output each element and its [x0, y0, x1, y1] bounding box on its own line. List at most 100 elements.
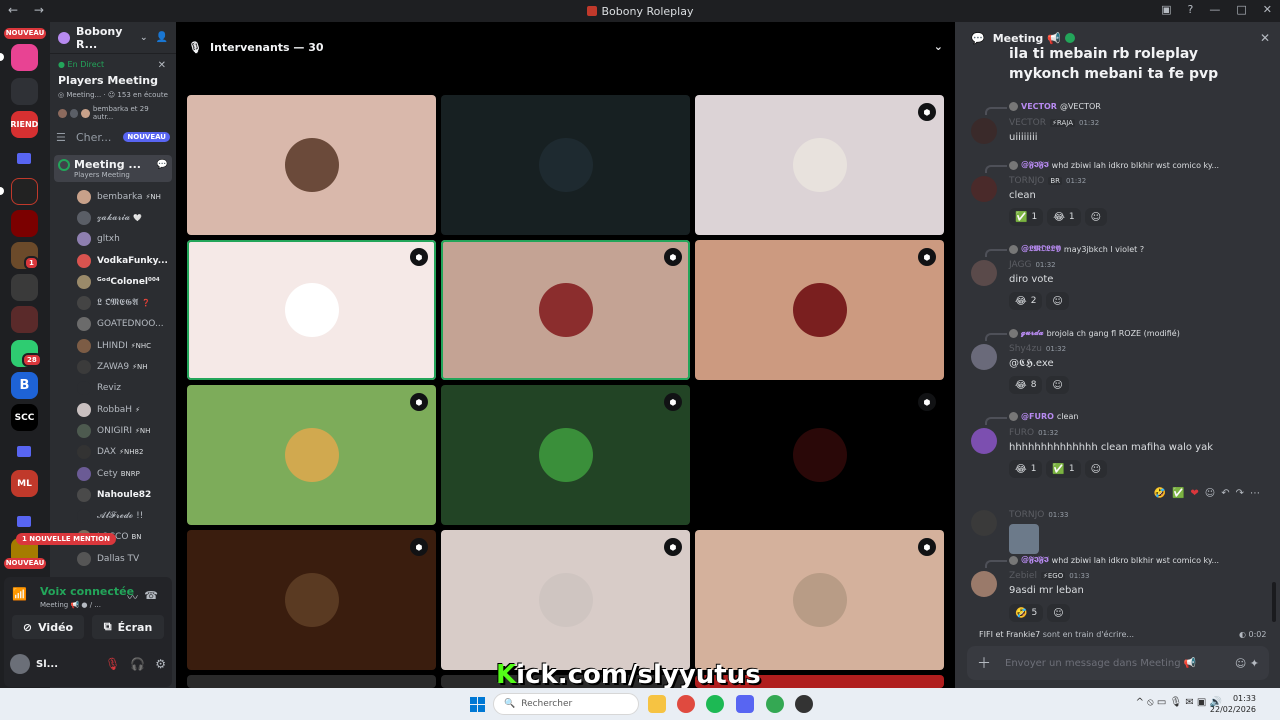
message-image[interactable]	[1009, 524, 1039, 554]
server-icon-scc[interactable]: SCC	[11, 404, 38, 431]
reaction-pill[interactable]: ✅ 1	[1046, 460, 1081, 478]
obs-icon[interactable]	[795, 695, 813, 713]
close-icon[interactable]: ✕	[1260, 31, 1270, 45]
reply-icon[interactable]: ↶	[1221, 488, 1229, 499]
participant-tile[interactable]: ⬢	[441, 240, 690, 380]
reply-preview[interactable]: @𝕱𝕴𝕱𝕴 whd zbiwi lah idkro blkhir wst comi…	[1009, 160, 1219, 170]
scrollbar[interactable]	[1272, 582, 1276, 622]
participant-tile[interactable]: ⬢	[441, 530, 690, 670]
self-name[interactable]: Sl...	[36, 659, 95, 670]
participant-tile[interactable]	[187, 675, 436, 688]
voice-user[interactable]: ONIGIRI ⚡NH	[50, 420, 176, 441]
reaction-pill[interactable]: 😂 2	[1009, 292, 1043, 310]
message-author[interactable]: VECTOR ⚡RAJA 01:32	[1009, 118, 1099, 128]
message-avatar[interactable]	[971, 118, 997, 144]
participant-tile[interactable]: ⬢	[695, 95, 944, 235]
message-author[interactable]: FURO 01:32	[1009, 428, 1058, 438]
help-icon[interactable]: ?	[1188, 3, 1194, 16]
chevron-down-icon[interactable]: ⌄	[934, 40, 943, 53]
taskbar-clock[interactable]: 01:33 22/02/2026	[1210, 693, 1256, 715]
add-reaction-icon[interactable]: ☺	[1205, 488, 1215, 499]
server-icon-6[interactable]	[11, 274, 38, 301]
voice-user[interactable]: Cety BNRP	[50, 463, 176, 484]
taskbar-search[interactable]: 🔍 Rechercher	[493, 693, 639, 715]
reaction-pill[interactable]: ☺	[1046, 376, 1069, 394]
chrome-icon[interactable]	[677, 695, 695, 713]
participant-tile[interactable]: ⬢	[695, 240, 944, 380]
reply-preview[interactable]: VECTOR @VECTOR	[1009, 102, 1101, 111]
voice-user[interactable]: Nahoule82	[50, 484, 176, 505]
voice-status[interactable]: Voix connectée	[40, 585, 134, 598]
folder-icon[interactable]	[17, 516, 31, 527]
participant-tile[interactable]	[441, 95, 690, 235]
server-icon-2[interactable]	[11, 78, 38, 105]
message-author[interactable]: Shy4zu 01:32	[1009, 344, 1066, 354]
voice-user[interactable]: ZAWA9 ⚡NH	[50, 356, 176, 377]
server-icon-7[interactable]	[11, 306, 38, 333]
soundboard-icon[interactable]: 〰	[127, 589, 138, 605]
message-author[interactable]: TORNJO BR 01:32	[1009, 176, 1086, 186]
reaction-pill[interactable]: 🤣 5	[1009, 604, 1044, 622]
windows-start-icon[interactable]	[470, 697, 485, 712]
react-heart-icon[interactable]: ❤	[1190, 488, 1198, 499]
add-member-icon[interactable]: 👤	[156, 32, 168, 43]
message-avatar[interactable]	[971, 344, 997, 370]
voice-user[interactable]: GOATEDNOO...	[50, 314, 176, 335]
discord-taskbar-icon[interactable]	[736, 695, 754, 713]
server-icon-b[interactable]: B	[11, 372, 38, 399]
voice-user[interactable]: 𝕷 𝕺𝕸𝕰𝕲𝕬 ❓	[50, 292, 176, 313]
video-button[interactable]: ⊘ Vidéo	[12, 615, 84, 639]
spotify-icon[interactable]	[706, 695, 724, 713]
reaction-pill[interactable]: 😂 1	[1047, 208, 1081, 226]
voice-user[interactable]: RobbaH ⚡	[50, 399, 176, 420]
reaction-pill[interactable]: ☺	[1046, 292, 1069, 310]
voice-user[interactable]: Reviz	[50, 378, 176, 399]
voice-user[interactable]: bembarka ⚡NH	[50, 186, 176, 207]
participant-tile[interactable]	[187, 95, 436, 235]
live-event-card[interactable]: ● En Direct ✕ Players Meeting ◎ Meeting.…	[58, 60, 168, 121]
server-icon-friends[interactable]: FRIENDS	[11, 111, 38, 138]
voice-user[interactable]: VodkaFunky...	[50, 250, 176, 271]
message-avatar[interactable]	[971, 176, 997, 202]
new-mention-banner[interactable]: 1 NOUVELLE MENTION	[16, 533, 116, 545]
reaction-pill[interactable]: ☺	[1047, 604, 1070, 622]
file-explorer-icon[interactable]	[648, 695, 666, 713]
inbox-icon[interactable]: ▣	[1161, 3, 1171, 16]
message-composer[interactable]: ＋ Envoyer un message dans Meeting 📢 ☺ ✦	[967, 646, 1269, 680]
voice-user[interactable]: 𝓐𝓵𝓕𝓻𝓮𝓭𝓸 !!	[50, 505, 176, 526]
forward-icon[interactable]: ↷	[1236, 488, 1244, 499]
reaction-pill[interactable]: ✅ 1	[1009, 208, 1044, 226]
more-icon[interactable]: ⋯	[1250, 488, 1260, 499]
server-icon-1[interactable]	[11, 44, 38, 71]
message-author[interactable]: Zebiel ⚡EGO 01:33	[1009, 571, 1089, 581]
participant-tile[interactable]: ⬢	[187, 240, 436, 380]
reaction-pill[interactable]: 😂 1	[1009, 460, 1043, 478]
chrome-alt-icon[interactable]	[766, 695, 784, 713]
voice-user[interactable]: gltxh	[50, 229, 176, 250]
self-avatar[interactable]	[10, 654, 30, 674]
message-author[interactable]: JAGG 01:32	[1009, 260, 1056, 270]
close-window-button[interactable]: ✕	[1263, 3, 1272, 16]
server-icon-4[interactable]	[11, 210, 38, 237]
react-laugh-icon[interactable]: 🤣	[1153, 488, 1165, 499]
voice-user[interactable]: DAX ⚡NH82	[50, 442, 176, 463]
plus-icon[interactable]: ＋	[977, 653, 991, 673]
voice-user[interactable]: 𝔃𝓪𝓴𝓪𝓻𝓲𝓪 🤍	[50, 207, 176, 228]
voice-channel-meeting[interactable]: Meeting ... 💬 Players Meeting	[54, 155, 172, 182]
react-check-icon[interactable]: ✅	[1172, 488, 1184, 499]
server-icon-3[interactable]	[11, 178, 38, 205]
message-avatar[interactable]	[971, 260, 997, 286]
reply-preview[interactable]: 𝓰𝓾𝓻𝓭𝓪 brojola ch gang fl ROZE (modifié)	[1009, 328, 1180, 338]
chat-icon[interactable]: 💬	[157, 160, 168, 170]
participant-tile[interactable]: ⬢	[695, 530, 944, 670]
reaction-pill[interactable]: 😂 8	[1009, 376, 1043, 394]
message-avatar[interactable]	[971, 571, 997, 597]
guild-header[interactable]: Bobony R... ⌄ 👤	[50, 22, 176, 54]
voice-user[interactable]: LHINDI ⚡NHC	[50, 335, 176, 356]
emoji-icon[interactable]: ☺ ✦	[1235, 657, 1259, 670]
minimize-button[interactable]: —	[1209, 3, 1220, 16]
message-avatar[interactable]	[971, 428, 997, 454]
gear-icon[interactable]: ⚙	[155, 657, 166, 671]
participant-tile[interactable]: ⬢	[441, 385, 690, 525]
maximize-button[interactable]: □	[1236, 3, 1246, 16]
